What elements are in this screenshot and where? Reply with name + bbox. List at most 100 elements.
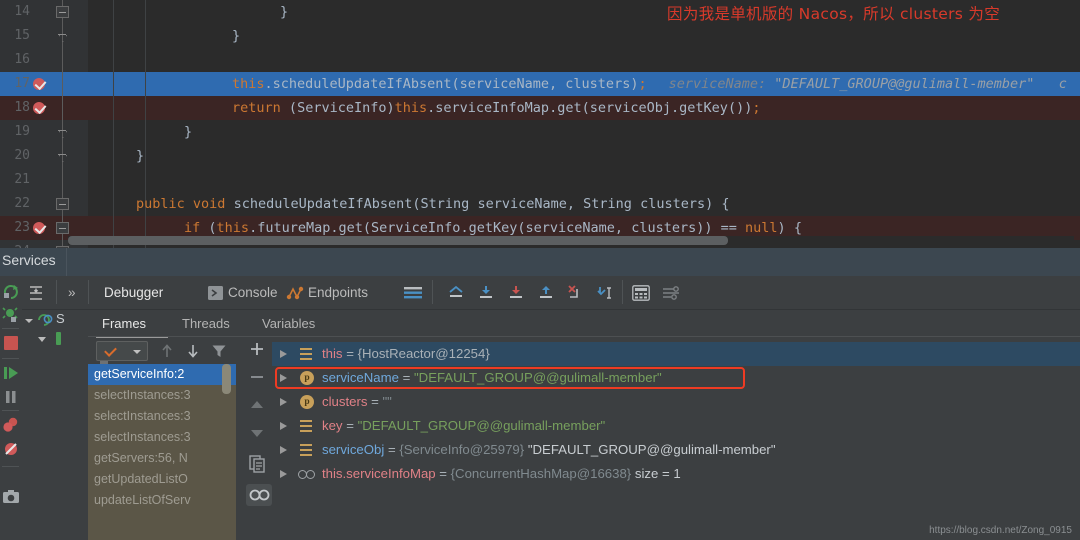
subtab-frames[interactable]: Frames xyxy=(102,314,146,334)
layout-toggle-icon[interactable] xyxy=(404,286,422,300)
code-text[interactable]: this.scheduleUpdateIfAbsent(serviceName,… xyxy=(88,72,1067,96)
frame-item[interactable]: selectInstances:3 xyxy=(88,406,236,427)
gutter[interactable]: 21 xyxy=(0,168,88,192)
editor-scroll-thumb[interactable] xyxy=(68,236,728,245)
fold-column[interactable] xyxy=(55,0,71,24)
gutter[interactable]: 19 xyxy=(0,120,88,144)
expand-triangle-icon[interactable] xyxy=(280,470,287,478)
evaluate-expression-icon[interactable] xyxy=(632,285,650,301)
breakpoint-icon[interactable] xyxy=(33,78,45,90)
watches-icon[interactable] xyxy=(246,484,272,506)
fold-column[interactable] xyxy=(55,96,71,120)
threads-selector-panel[interactable]: S xyxy=(22,310,108,540)
chevron-down-icon[interactable] xyxy=(24,314,34,326)
fold-marker[interactable] xyxy=(56,222,69,234)
fold-marker[interactable] xyxy=(56,30,69,42)
editor-horizontal-scrollbar[interactable] xyxy=(68,236,1074,245)
resume-icon[interactable] xyxy=(2,364,20,382)
fold-column[interactable] xyxy=(55,168,71,192)
frame-down-icon[interactable] xyxy=(186,343,200,359)
variable-row[interactable]: p serviceName = "DEFAULT_GROUP@@gulimall-… xyxy=(272,366,1080,390)
filter-icon[interactable] xyxy=(212,344,226,358)
debugger-tab-bar[interactable]: » Debugger Console Endpoints xyxy=(22,276,1080,310)
frame-item[interactable]: getUpdatedListO xyxy=(88,469,236,490)
code-line-16[interactable]: 16 xyxy=(0,48,1080,72)
frame-up-icon[interactable] xyxy=(160,343,174,359)
frame-item[interactable]: selectInstances:3 xyxy=(88,427,236,448)
code-line-18[interactable]: 18 return (ServiceInfo)this.serviceInfoMa… xyxy=(0,96,1080,120)
rerun-icon[interactable] xyxy=(2,282,20,300)
move-down-icon[interactable] xyxy=(246,422,268,444)
fold-column[interactable] xyxy=(55,144,71,168)
expand-triangle-icon[interactable] xyxy=(280,398,287,406)
expand-triangle-icon[interactable] xyxy=(280,422,287,430)
force-step-into-icon[interactable] xyxy=(566,284,586,302)
frame-item[interactable]: selectInstances:3 xyxy=(88,385,236,406)
remove-watch-icon[interactable] xyxy=(246,366,268,388)
fold-column[interactable] xyxy=(55,72,71,96)
fold-marker[interactable] xyxy=(56,150,69,162)
code-text[interactable]: public void scheduleUpdateIfAbsent(Strin… xyxy=(88,192,730,216)
pause-icon[interactable] xyxy=(2,388,20,406)
fold-column[interactable] xyxy=(55,192,71,216)
expand-triangle-icon[interactable] xyxy=(280,350,287,358)
fold-marker[interactable] xyxy=(56,6,69,18)
mute-breakpoints-icon[interactable] xyxy=(2,440,20,458)
gutter[interactable]: 16 xyxy=(0,48,88,72)
add-watch-icon[interactable] xyxy=(246,338,268,360)
code-line-15[interactable]: 15} xyxy=(0,24,1080,48)
fold-marker[interactable] xyxy=(56,126,69,138)
stop-icon[interactable] xyxy=(2,334,20,352)
breakpoint-icon[interactable] xyxy=(33,222,45,234)
code-text[interactable]: } xyxy=(88,0,288,24)
code-line-20[interactable]: 20} xyxy=(0,144,1080,168)
fold-column[interactable] xyxy=(55,120,71,144)
gutter[interactable]: 14 xyxy=(0,0,88,24)
frame-item[interactable]: updateListOfServ xyxy=(88,490,236,511)
gutter[interactable]: 20 xyxy=(0,144,88,168)
variable-row[interactable]: this = {HostReactor@12254} xyxy=(272,342,1080,366)
gutter[interactable]: 18 xyxy=(0,96,88,120)
services-tool-window-header[interactable]: Services xyxy=(0,248,1080,276)
tab-console[interactable]: Console xyxy=(228,283,278,303)
breakpoints-icon[interactable] xyxy=(2,416,20,434)
fold-marker[interactable] xyxy=(56,198,69,210)
code-line-22[interactable]: 22 public void scheduleUpdateIfAbsent(Str… xyxy=(0,192,1080,216)
settings-icon[interactable] xyxy=(662,286,680,300)
copy-icon[interactable] xyxy=(246,452,268,474)
code-line-21[interactable]: 21 xyxy=(0,168,1080,192)
variables-tree[interactable]: this = {HostReactor@12254} p serviceName =… xyxy=(272,342,1080,540)
code-text[interactable]: } xyxy=(88,120,192,144)
frames-toolbar[interactable] xyxy=(88,338,238,364)
step-out-icon[interactable] xyxy=(536,284,556,302)
frame-item[interactable]: getServiceInfo:2 xyxy=(88,364,236,385)
variable-row[interactable]: this.serviceInfoMap = {ConcurrentHashMap… xyxy=(272,462,1080,486)
code-text[interactable]: } xyxy=(88,144,144,168)
gutter[interactable]: 22 xyxy=(0,192,88,216)
code-line-19[interactable]: 19} xyxy=(0,120,1080,144)
show-execution-point-icon[interactable] xyxy=(446,284,466,302)
frames-list[interactable]: getServiceInfo:2 selectInstances:3 selectI… xyxy=(88,364,236,540)
frame-item[interactable]: getServers:56, N xyxy=(88,448,236,469)
tab-debugger[interactable]: Debugger xyxy=(104,283,163,303)
run-to-cursor-icon[interactable] xyxy=(596,284,616,302)
rerun-debug-icon[interactable] xyxy=(2,306,20,324)
variable-row[interactable]: p clusters = "" xyxy=(272,390,1080,414)
gutter[interactable]: 15 xyxy=(0,24,88,48)
step-into-icon[interactable] xyxy=(506,284,526,302)
code-text[interactable]: } xyxy=(88,24,240,48)
debugger-subtab-bar[interactable]: Frames Threads Variables xyxy=(88,310,1080,338)
step-over-icon[interactable] xyxy=(476,284,496,302)
breakpoint-icon[interactable] xyxy=(33,102,45,114)
tab-endpoints[interactable]: Endpoints xyxy=(308,283,368,303)
run-control-toolbar[interactable] xyxy=(0,276,22,540)
variable-row[interactable]: serviceObj = {ServiceInfo@25979} "DEFAUL… xyxy=(272,438,1080,462)
subtab-variables[interactable]: Variables xyxy=(262,314,315,334)
more-icon[interactable]: » xyxy=(68,283,76,303)
fold-column[interactable] xyxy=(55,24,71,48)
chevron-down-icon-2[interactable] xyxy=(36,332,48,344)
code-text[interactable]: return (ServiceInfo)this.serviceInfoMap.… xyxy=(88,96,761,120)
frames-thread-dropdown[interactable] xyxy=(96,341,148,361)
subtab-threads[interactable]: Threads xyxy=(182,314,230,334)
variable-row[interactable]: key = "DEFAULT_GROUP@@gulimall-member" xyxy=(272,414,1080,438)
